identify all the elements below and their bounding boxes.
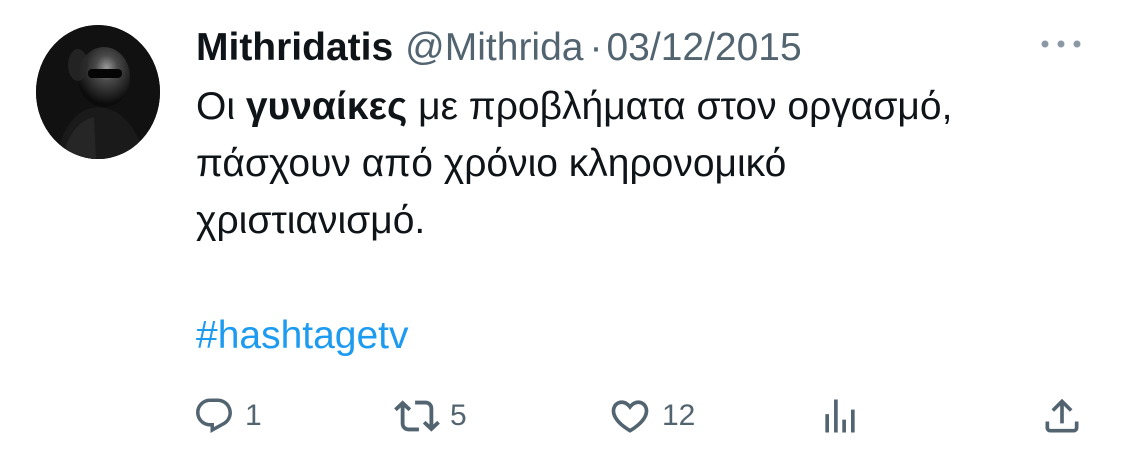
reply-icon — [196, 398, 232, 433]
more-horizontal-icon — [1041, 40, 1081, 48]
like-button[interactable]: 12 — [608, 388, 695, 444]
retweet-icon — [394, 400, 440, 432]
tweet-date[interactable]: 03/12/2015 — [606, 22, 801, 74]
like-count: 12 — [662, 399, 696, 432]
author-handle[interactable]: @Mithrida — [405, 22, 583, 74]
profile-photo-icon — [36, 25, 160, 159]
avatar[interactable] — [36, 25, 160, 159]
heart-icon — [611, 400, 649, 433]
separator-dot: · — [589, 26, 603, 69]
views-button[interactable] — [818, 388, 862, 444]
tweet-text-bold-segment: γυναίκες — [245, 85, 408, 128]
tweet-text-line-1: Οι γυναίκες με προβλήματα στον οργασμό, — [196, 78, 1076, 135]
retweet-count: 5 — [450, 399, 467, 432]
tweet-text-line-3: χριστιανισμό. — [196, 199, 426, 242]
tweet-text-segment: Οι — [196, 85, 246, 128]
author-display-name[interactable]: Mithridatis — [196, 22, 393, 74]
tweet-text-segment: με προβλήματα στον οργασμό, — [407, 85, 953, 128]
tweet-card[interactable]: Mithridatis @Mithrida · 03/12/2015 Οι γυ… — [0, 0, 1125, 459]
tweet-header: Mithridatis @Mithrida · 03/12/2015 — [196, 22, 802, 74]
hashtag-link[interactable]: #hashtagetv — [196, 310, 409, 362]
reply-count: 1 — [245, 399, 262, 432]
retweet-button[interactable]: 5 — [394, 388, 467, 444]
reply-button[interactable]: 1 — [193, 388, 262, 444]
analytics-icon — [825, 399, 855, 433]
share-button[interactable] — [1040, 388, 1084, 444]
more-options-button[interactable] — [1039, 34, 1083, 54]
tweet-text: Οι γυναίκες με προβλήματα στον οργασμό, … — [196, 78, 1076, 249]
tweet-text-line-2: πάσχουν από χρόνιο κληρονομικό — [196, 142, 787, 185]
tweet-actions: 1 5 12 — [0, 388, 1125, 448]
share-icon — [1045, 398, 1079, 433]
